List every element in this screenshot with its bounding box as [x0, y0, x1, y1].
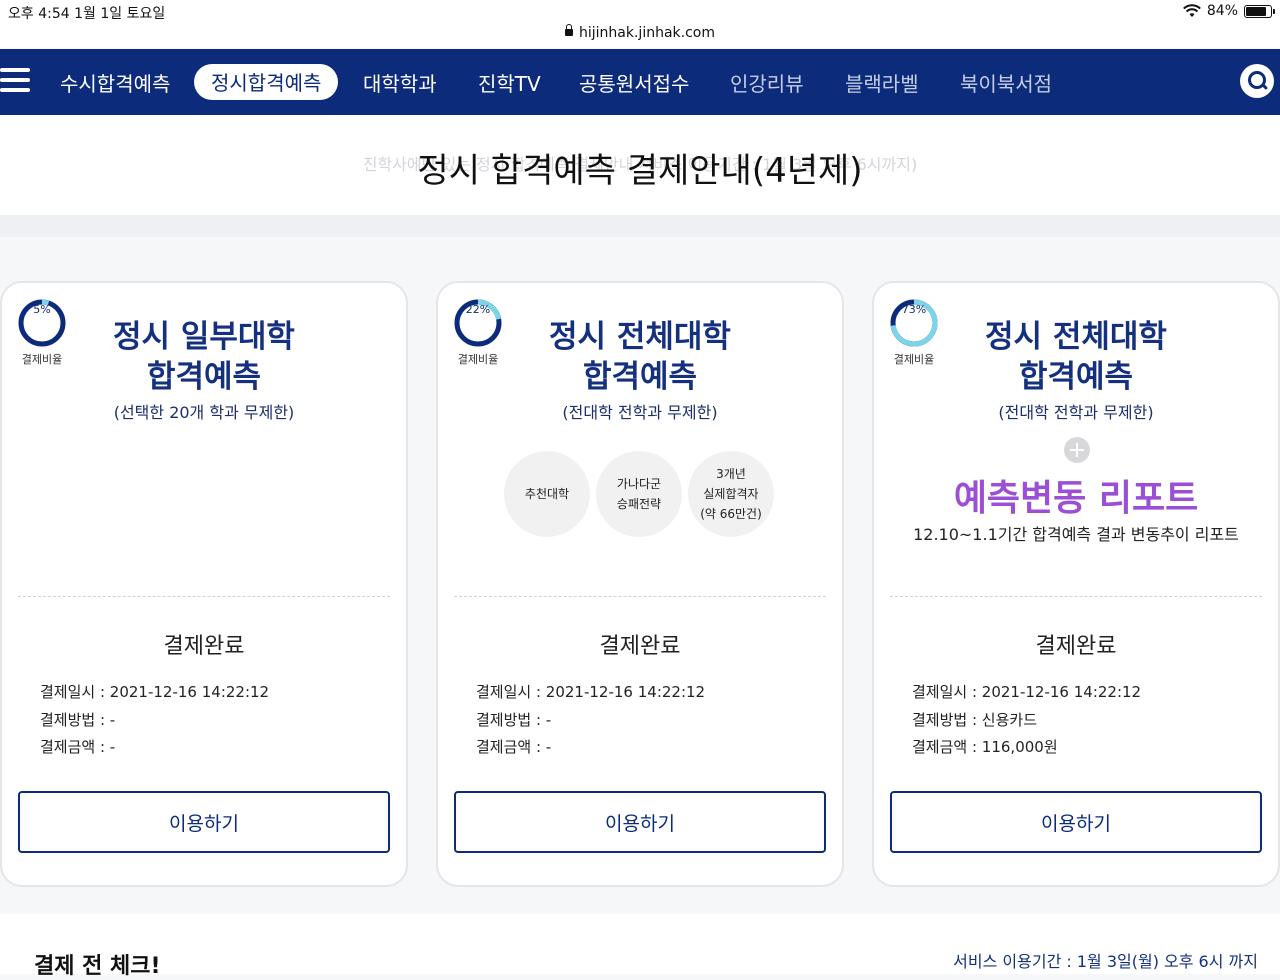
status-time: 오후 4:54 1월 1일 토요일 — [8, 6, 166, 22]
notice-section: 결제 전 체크! 서비스 이용기간 : 1월 3일(월) 오후 6시 까지 — [0, 914, 1280, 979]
payment-date: 결제일시 : 2021-12-16 14:22:12 — [40, 683, 270, 701]
payment-date: 결제일시 : 2021-12-16 14:22:12 — [476, 683, 706, 701]
battery-percent: 84% — [1206, 3, 1238, 19]
payment-status: 결제완료 — [1035, 634, 1117, 659]
url-text: hijinhak.jinhak.com — [579, 25, 715, 41]
plan-scope: (전대학 전학과 무제한) — [998, 403, 1154, 422]
plan-title: 정시 전체대학합격예측 — [874, 317, 1278, 397]
address-bar[interactable]: hijinhak.jinhak.com — [0, 24, 1280, 41]
payment-date: 결제일시 : 2021-12-16 14:22:12 — [912, 683, 1142, 701]
status-bar: 오후 4:54 1월 1일 토요일 hijinhak.jinhak.com 84… — [0, 0, 1280, 48]
payment-ratio-percent: 22% — [465, 303, 491, 316]
plan-title-line2: 합격예측 — [582, 359, 698, 395]
feature-recommended-university: 추천대학 — [504, 451, 590, 537]
divider — [454, 596, 826, 597]
main-nav: 수시합격예측 정시합격예측 대학학과 진학TV 공통원서접수 인강리뷰 블랙라벨… — [0, 49, 1280, 115]
use-button[interactable]: 이용하기 — [890, 791, 1262, 853]
plan-scope: (선택한 20개 학과 무제한) — [113, 403, 295, 422]
nav-item-university[interactable]: 대학학과 — [363, 68, 437, 97]
service-period: 서비스 이용기간 : 1월 3일(월) 오후 6시 까지 — [953, 952, 1258, 971]
nav-item-application[interactable]: 공통원서접수 — [579, 68, 689, 97]
payment-info: 결제일시 : 2021-12-16 14:22:12 결제방법 : 신용카드 결… — [912, 679, 1141, 762]
plan-title: 정시 전체대학합격예측 — [438, 317, 842, 397]
plan-scope: (전대학 전학과 무제한) — [562, 403, 718, 422]
payment-amount: 결제금액 : 116,000원 — [912, 738, 1058, 756]
payment-amount: 결제금액 : - — [476, 738, 552, 756]
feature-group-strategy: 가나다군 승패전략 — [596, 451, 682, 537]
plan-title-line1: 정시 전체대학 — [549, 319, 731, 355]
divider — [890, 596, 1262, 597]
plan-title-line1: 정시 일부대학 — [113, 319, 295, 355]
payment-status: 결제완료 — [599, 634, 681, 659]
use-button[interactable]: 이용하기 — [454, 791, 826, 853]
plus-icon — [1064, 437, 1090, 463]
plan-title-line2: 합격예측 — [1018, 359, 1134, 395]
payment-amount: 결제금액 : - — [40, 738, 116, 756]
plan-title-line2: 합격예측 — [146, 359, 262, 395]
plan-card-full-report: 73% 결제비율 정시 전체대학 합격예측 (전대학 전학과 무제한) 예측변동 … — [872, 281, 1280, 887]
report-description: 12.10~1.1기간 합격예측 결과 변동추이 리포트 — [913, 525, 1239, 544]
divider — [18, 596, 390, 597]
payment-ratio-percent: 5% — [33, 303, 51, 316]
payment-method: 결제방법 : - — [40, 710, 116, 729]
plan-title: 정시 일부대학합격예측 — [2, 317, 406, 397]
plan-card-partial: 5% 결제비율 정시 일부대학 합격예측 (선택한 20개 학과 무제한) 결제완… — [0, 281, 408, 887]
payment-ratio-percent: 73% — [901, 303, 927, 316]
section-divider — [0, 215, 1280, 237]
status-right: 84% — [1182, 3, 1275, 19]
payment-info: 결제일시 : 2021-12-16 14:22:12 결제방법 : - 결제금액… — [40, 679, 269, 762]
use-button[interactable]: 이용하기 — [18, 791, 390, 853]
menu-icon[interactable] — [0, 68, 30, 94]
plan-title-line1: 정시 전체대학 — [985, 319, 1167, 355]
payment-status: 결제완료 — [163, 634, 245, 659]
payment-method: 결제방법 : - — [476, 710, 552, 729]
feature-actual-admits: 3개년 실제합격자 (약 66만건) — [688, 451, 774, 537]
notice-title: 결제 전 체크! — [34, 954, 161, 979]
payment-info: 결제일시 : 2021-12-16 14:22:12 결제방법 : - 결제금액… — [476, 679, 705, 762]
wifi-icon — [1182, 4, 1201, 18]
search-icon[interactable] — [1240, 64, 1274, 98]
nav-item-susi[interactable]: 수시합격예측 — [60, 68, 170, 97]
report-title: 예측변동 리포트 — [953, 478, 1199, 519]
nav-item-lecture-review[interactable]: 인강리뷰 — [730, 68, 804, 97]
payment-method: 결제방법 : 신용카드 — [912, 710, 1037, 729]
page-header: 진학사에만 있는 정시 합격예측 결제안내 서비스 이용기간 : 1월 3일 오… — [0, 115, 1280, 215]
nav-item-jeongsi[interactable]: 정시합격예측 — [194, 64, 339, 100]
nav-item-jinhaktv[interactable]: 진학TV — [478, 68, 541, 97]
page-title: 정시 합격예측 결제안내(4년제) — [417, 151, 863, 191]
nav-item-blacklabel[interactable]: 블랙라벨 — [845, 68, 919, 97]
nav-item-bookstore[interactable]: 북이북서점 — [960, 68, 1052, 97]
battery-icon — [1244, 4, 1275, 18]
plan-card-full: 22% 결제비율 정시 전체대학 합격예측 (전대학 전학과 무제한) 추천대학 … — [436, 281, 844, 887]
feature-list: 추천대학 가나다군 승패전략 3개년 실제합격자 (약 66만건) — [504, 451, 774, 537]
lock-icon — [565, 24, 573, 36]
